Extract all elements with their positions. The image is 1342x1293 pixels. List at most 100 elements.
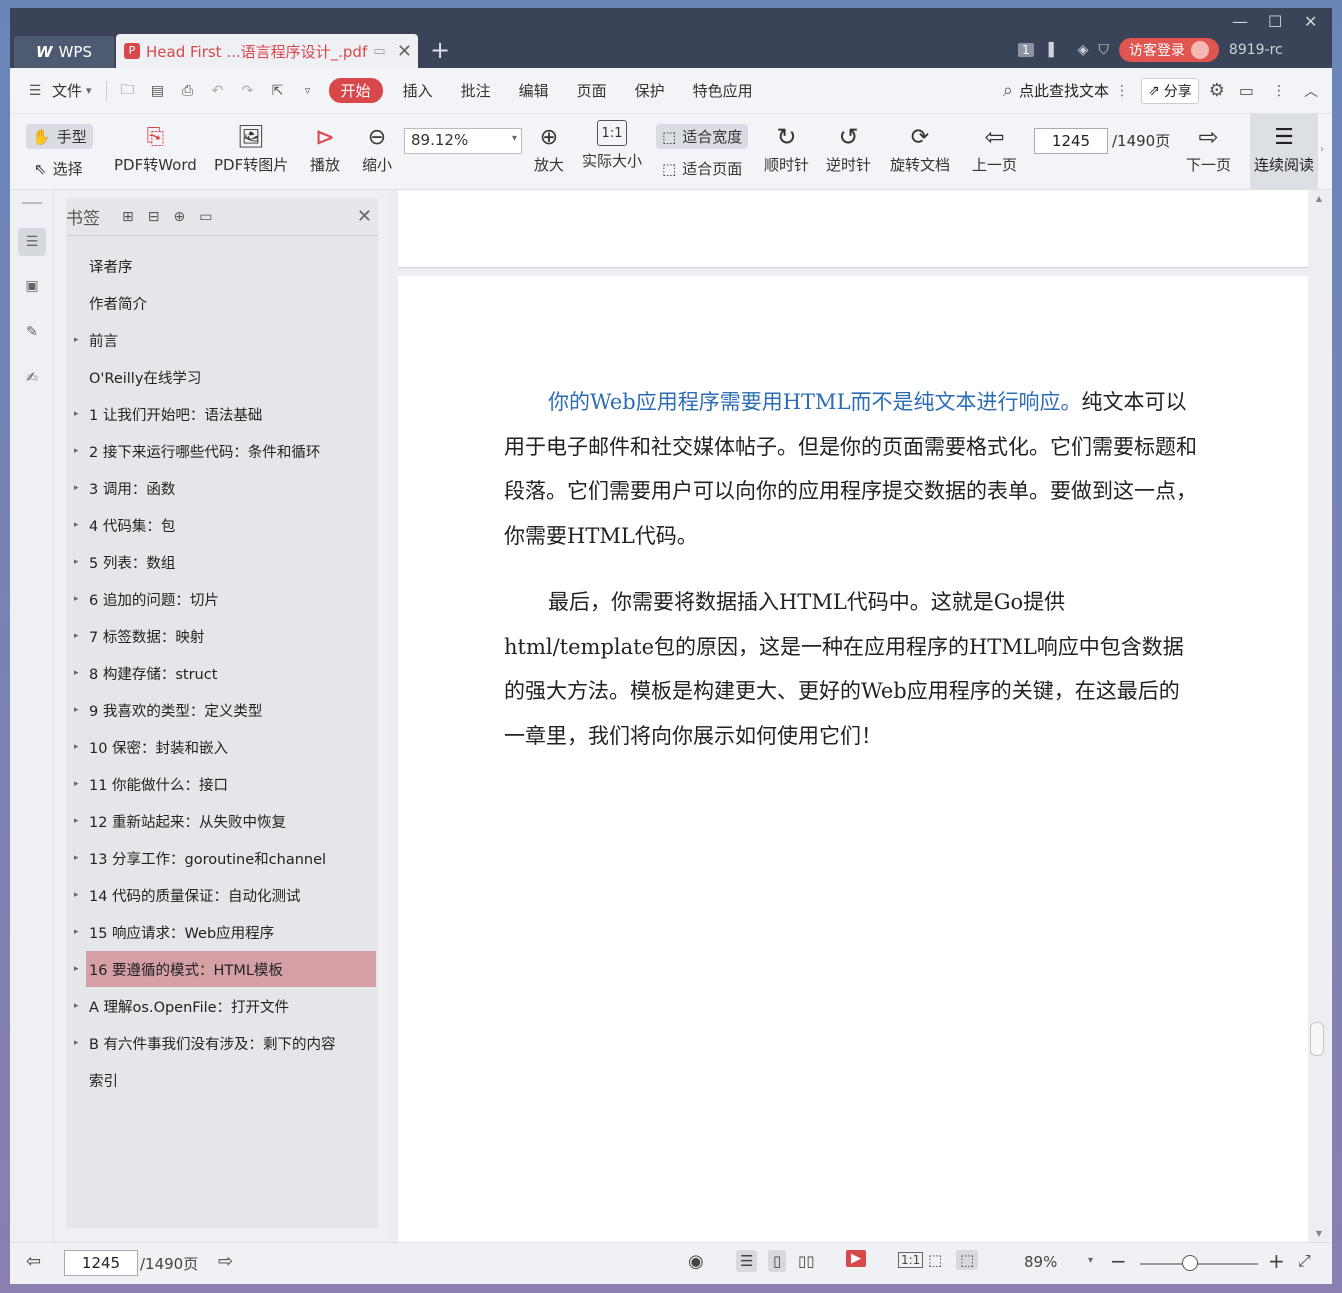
bookmark-item[interactable]: ▸ 2 接下来运行哪些代码：条件和循环 xyxy=(74,433,376,469)
status-prev-page-icon[interactable]: ⇦ xyxy=(26,1251,41,1272)
tab-page[interactable]: 页面 xyxy=(563,80,621,101)
expand-caret-icon[interactable]: ▸ xyxy=(74,631,79,641)
zoom-dropdown-icon[interactable]: ▾ xyxy=(1088,1255,1093,1266)
bookmark-item[interactable]: 索引 xyxy=(86,1062,376,1098)
pdf-to-word-button[interactable]: ⎘ PDF转Word xyxy=(114,120,197,175)
redo-icon[interactable]: ↷ xyxy=(237,80,259,102)
expand-caret-icon[interactable]: ▸ xyxy=(74,1038,79,1048)
annotation-panel-icon[interactable]: ✎ xyxy=(18,318,46,346)
bookmark-item[interactable]: ▸ 14 代码的质量保证：自动化测试 xyxy=(74,877,376,913)
window-count-badge[interactable]: 1 xyxy=(1018,43,1034,57)
more-dropdown-icon[interactable]: ▿ xyxy=(297,80,319,102)
bookmark-item[interactable]: ▸ 8 构建存储：struct xyxy=(74,655,376,691)
vertical-scrollbar-thumb[interactable] xyxy=(1310,1022,1324,1056)
expand-caret-icon[interactable]: ▸ xyxy=(74,409,79,419)
tab-annotate[interactable]: 批注 xyxy=(447,80,505,101)
comment-icon[interactable]: ▭ xyxy=(1239,81,1254,100)
tab-home[interactable]: 开始 xyxy=(328,78,383,103)
bookmark-item[interactable]: ▸ B 有六件事我们没有涉及：剩下的内容 xyxy=(74,1025,376,1061)
hand-tool-button[interactable]: ✋ 手型 xyxy=(26,124,93,149)
collapse-all-icon[interactable]: ⊟ xyxy=(148,209,160,225)
expand-caret-icon[interactable]: ▸ xyxy=(74,927,79,937)
bookmark-item[interactable]: ▸ 15 响应请求：Web应用程序 xyxy=(74,914,376,950)
tab-features[interactable]: 特色应用 xyxy=(679,80,767,101)
tab-insert[interactable]: 插入 xyxy=(389,80,447,101)
expand-caret-icon[interactable]: ▸ xyxy=(74,557,79,567)
fit-page-status-icon[interactable]: ⬚ xyxy=(928,1251,942,1269)
expand-caret-icon[interactable]: ▸ xyxy=(74,853,79,863)
expand-all-icon[interactable]: ⊞ xyxy=(122,209,134,225)
bookmark-panel-icon[interactable]: ☰ xyxy=(18,228,46,256)
zoom-plus-icon[interactable]: + xyxy=(1268,1249,1285,1273)
zoom-level-select[interactable]: 89.12% ▾ xyxy=(404,128,522,154)
bookmark-item[interactable]: 作者简介 xyxy=(86,285,376,321)
ribbon-scroll-right-icon[interactable]: › xyxy=(1320,144,1324,155)
expand-caret-icon[interactable]: ▸ xyxy=(74,1001,79,1011)
collapse-ribbon-icon[interactable]: ︿ xyxy=(1304,81,1318,101)
status-next-page-icon[interactable]: ⇨ xyxy=(218,1251,233,1272)
hamburger-icon[interactable]: ☰ xyxy=(24,80,46,102)
bookmark-item[interactable]: ▸ 16 要遵循的模式：HTML模板 xyxy=(74,951,376,987)
bookmark-item[interactable]: ▸ 6 追加的问题：切片 xyxy=(74,581,376,617)
expand-caret-icon[interactable]: ▸ xyxy=(74,520,79,530)
bookmark-item[interactable]: ▸ 13 分享工作：goroutine和channel xyxy=(74,840,376,876)
bookmark-item[interactable]: ▸ 11 你能做什么：接口 xyxy=(74,766,376,802)
expand-caret-icon[interactable]: ▸ xyxy=(74,779,79,789)
actual-size-status-icon[interactable]: 1:1 xyxy=(898,1252,924,1268)
play-mode-icon[interactable]: ▶ xyxy=(846,1250,866,1267)
expand-caret-icon[interactable]: ▸ xyxy=(74,964,79,974)
continuous-view-icon[interactable]: ☰ xyxy=(736,1250,758,1272)
pdf-to-image-button[interactable]: 🖼 PDF转图片 xyxy=(214,120,288,175)
expand-caret-icon[interactable]: ▸ xyxy=(74,668,79,678)
fit-width-status-icon[interactable]: ⬚ xyxy=(956,1250,979,1270)
open-folder-icon[interactable]: 🗀 xyxy=(117,80,139,102)
continuous-read-button[interactable]: ☰ 连续阅读 xyxy=(1250,114,1318,190)
minimize-button[interactable]: — xyxy=(1232,12,1248,31)
bookmark-item[interactable]: ▸ 12 重新站起来：从失败中恢复 xyxy=(74,803,376,839)
bookmark-options-icon[interactable]: ▭ xyxy=(199,209,212,225)
menu-file[interactable]: 文件 xyxy=(50,80,86,101)
bookmark-item[interactable]: ▸ A 理解os.OpenFile：打开文件 xyxy=(74,988,376,1024)
status-page-input[interactable]: 1245 xyxy=(64,1250,138,1276)
add-bookmark-icon[interactable]: ⊕ xyxy=(173,209,185,225)
page-number-input[interactable]: 1245 xyxy=(1034,128,1108,154)
tab-edit[interactable]: 编辑 xyxy=(505,80,563,101)
expand-caret-icon[interactable]: ▸ xyxy=(74,483,79,493)
signature-panel-icon[interactable]: ✍ xyxy=(18,364,46,392)
status-zoom-value[interactable]: 89% xyxy=(1024,1253,1057,1271)
print-icon[interactable]: ⎙ xyxy=(177,80,199,102)
login-button[interactable]: 访客登录 xyxy=(1118,38,1219,62)
monitor-icon[interactable]: ▭ xyxy=(373,44,385,59)
bookmark-item[interactable]: ▸ 1 让我们开始吧：语法基础 xyxy=(74,396,376,432)
maximize-button[interactable]: ☐ xyxy=(1268,12,1282,31)
actual-size-button[interactable]: 1:1 实际大小 xyxy=(582,120,642,171)
select-tool-button[interactable]: ⇖ 选择 xyxy=(34,158,83,179)
rotate-clockwise-button[interactable]: ↻ 顺时针 xyxy=(764,120,809,175)
two-page-view-icon[interactable]: ▯▯ xyxy=(798,1252,815,1270)
search-icon[interactable]: ⌕ xyxy=(1003,80,1013,101)
next-page-button[interactable]: ⇨ 下一页 xyxy=(1186,120,1231,175)
expand-caret-icon[interactable]: ▸ xyxy=(74,742,79,752)
overflow-icon[interactable]: ⋮ xyxy=(1272,83,1286,99)
zoom-slider-track[interactable] xyxy=(1140,1263,1258,1265)
rotate-document-button[interactable]: ⟳ 旋转文档 xyxy=(890,120,950,175)
fit-width-button[interactable]: ⬚ 适合宽度 xyxy=(656,124,749,149)
play-button[interactable]: ⊳ 播放 xyxy=(310,120,340,175)
bookmark-item[interactable]: ▸ 前言 xyxy=(74,322,376,358)
close-tab-icon[interactable]: ✕ xyxy=(397,41,412,62)
settings-icon[interactable]: ⚙ xyxy=(1209,80,1225,101)
bookmark-item[interactable]: ▸ 5 列表：数组 xyxy=(74,544,376,580)
expand-caret-icon[interactable]: ▸ xyxy=(74,594,79,604)
tab-protect[interactable]: 保护 xyxy=(621,80,679,101)
bookmark-item[interactable]: 译者序 xyxy=(86,248,376,284)
single-page-view-icon[interactable]: ▯ xyxy=(768,1250,787,1272)
bookmark-item[interactable]: ▸ 4 代码集：包 xyxy=(74,507,376,543)
flame-icon[interactable]: ◈ xyxy=(1078,42,1089,58)
export-icon[interactable]: ⇱ xyxy=(267,80,289,102)
share-button[interactable]: ⇗ 分享 xyxy=(1141,77,1199,104)
chevron-down-icon[interactable]: ▾ xyxy=(86,84,92,97)
bookmark-item[interactable]: ▸ 7 标签数据：映射 xyxy=(74,618,376,654)
bookmark-item[interactable]: ▸ 10 保密：封装和嵌入 xyxy=(74,729,376,765)
expand-caret-icon[interactable]: ▸ xyxy=(74,446,79,456)
bookmark-item[interactable]: O'Reilly在线学习 xyxy=(86,359,376,395)
